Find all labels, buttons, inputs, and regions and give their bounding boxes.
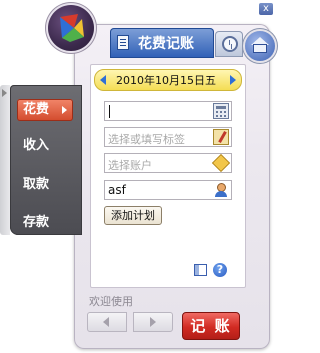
- sidebar-collapse-handle[interactable]: [0, 85, 10, 235]
- sidebar-item-income[interactable]: 收入: [17, 135, 73, 157]
- next-day-button[interactable]: [230, 75, 236, 85]
- chevron-right-icon: [62, 106, 67, 114]
- previous-day-button[interactable]: [100, 75, 106, 85]
- box-icon[interactable]: [211, 153, 231, 173]
- date-selector: 2010年10月15日五: [94, 69, 242, 91]
- help-icon[interactable]: ?: [213, 263, 227, 277]
- close-button[interactable]: x: [259, 3, 273, 15]
- account-input[interactable]: 选择账户: [104, 153, 232, 173]
- layout-icon[interactable]: [194, 264, 207, 276]
- book-icon: [117, 35, 129, 50]
- record-button[interactable]: 记 账: [182, 312, 240, 340]
- person-input[interactable]: asf: [104, 180, 232, 200]
- welcome-text: 欢迎使用: [89, 295, 133, 308]
- calculator-icon[interactable]: [213, 103, 229, 119]
- arrow-left-icon: [103, 317, 109, 327]
- arrow-right-icon: [2, 89, 7, 97]
- tag-icon[interactable]: [213, 129, 229, 145]
- tab-spend-record[interactable]: 花费记账: [110, 28, 214, 58]
- sidebar-item-label: 花费: [23, 102, 50, 117]
- form-panel: [90, 64, 246, 288]
- arrow-right-icon: [150, 317, 156, 327]
- user-icon[interactable]: [213, 182, 229, 198]
- home-button[interactable]: [245, 31, 275, 61]
- window-title: 花费记账: [138, 36, 194, 52]
- sidebar-item-label: 存款: [23, 215, 50, 230]
- tag-input[interactable]: 选择或填写标签: [104, 127, 232, 147]
- sidebar-item-label: 收入: [23, 138, 50, 153]
- sidebar-item-spend[interactable]: 花费: [17, 99, 73, 121]
- previous-button[interactable]: [87, 312, 127, 332]
- tab-schedule[interactable]: [215, 31, 243, 57]
- add-plan-button[interactable]: 添加计划: [104, 206, 162, 225]
- tag-placeholder: 选择或填写标签: [108, 133, 185, 146]
- next-button[interactable]: [133, 312, 173, 332]
- person-value: asf: [108, 183, 126, 197]
- logo-icon: [48, 5, 94, 51]
- sidebar-item-label: 取款: [23, 177, 50, 192]
- sidebar: 花费 收入 取款 存款: [10, 85, 82, 235]
- amount-input[interactable]: [104, 101, 232, 121]
- clock-icon: [222, 36, 238, 52]
- sidebar-item-deposit[interactable]: 存款: [17, 212, 73, 234]
- sidebar-item-withdraw[interactable]: 取款: [17, 174, 73, 196]
- text-cursor: [109, 105, 110, 118]
- account-placeholder: 选择账户: [108, 159, 152, 172]
- date-label[interactable]: 2010年10月15日五: [116, 72, 216, 88]
